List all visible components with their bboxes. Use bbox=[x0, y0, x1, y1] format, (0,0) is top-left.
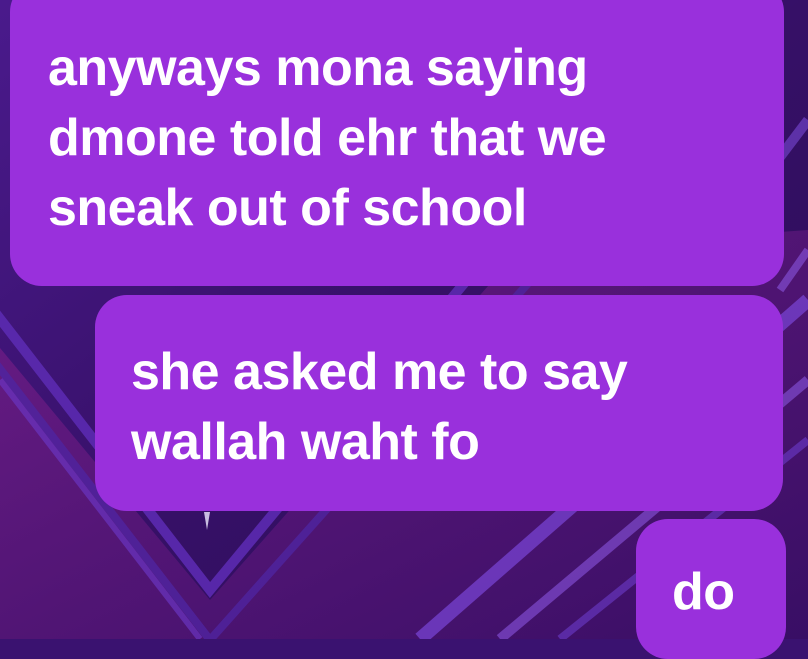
message-bubble[interactable]: she asked me to say wallah waht fo bbox=[95, 295, 783, 511]
message-text-line: dmone told ehr that we bbox=[48, 109, 607, 167]
message-text-line: wallah waht fo bbox=[131, 413, 480, 471]
message-bubble[interactable]: anyways mona saying dmone told ehr that … bbox=[10, 0, 784, 286]
message-text-line: do bbox=[672, 563, 735, 621]
message-text-line: sneak out of school bbox=[48, 179, 527, 237]
message-bubble[interactable]: do bbox=[636, 519, 786, 659]
message-text-line: anyways mona saying bbox=[48, 39, 588, 97]
message-text-line: she asked me to say bbox=[131, 343, 628, 401]
